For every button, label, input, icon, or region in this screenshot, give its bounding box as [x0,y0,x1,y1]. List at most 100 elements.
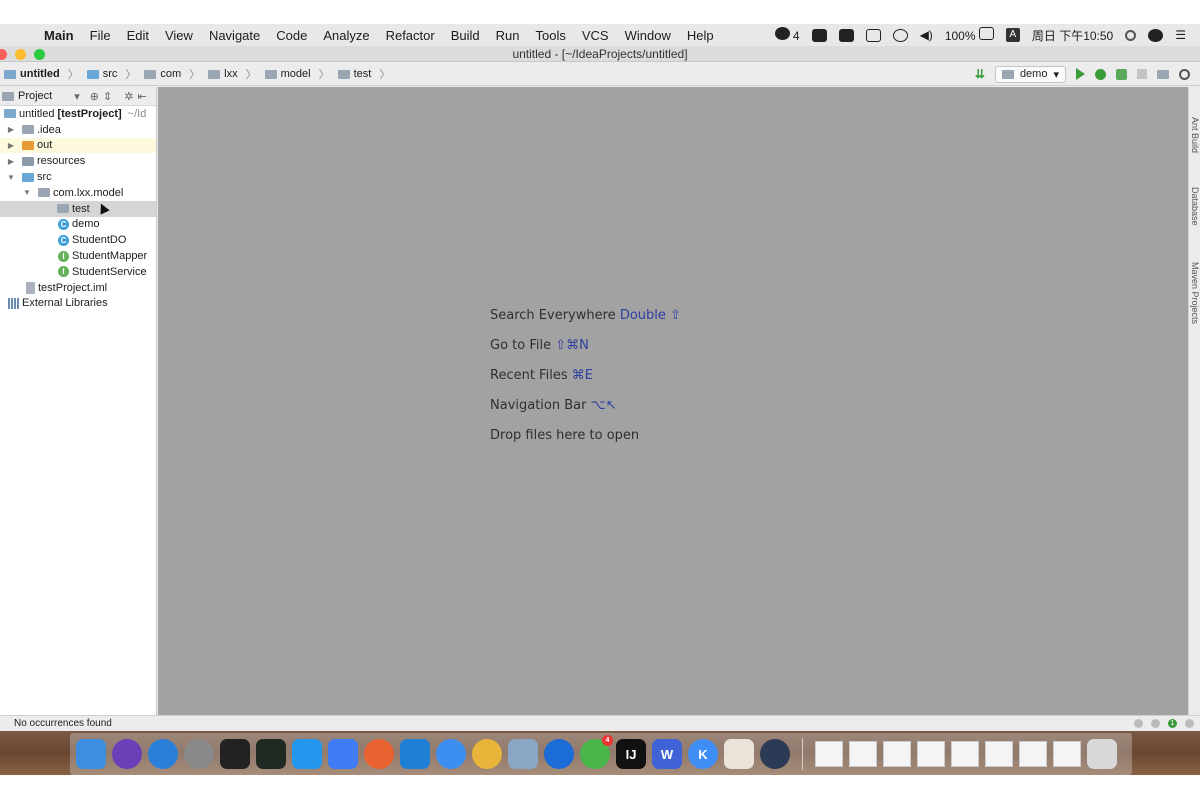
project-structure-icon[interactable] [1157,69,1169,79]
tree-item-src[interactable]: ▼ src [0,169,156,185]
hide-panel-icon[interactable]: ⇤ [137,90,146,103]
siri-icon[interactable] [1148,28,1164,42]
editor-area[interactable]: Search Everywhere Double ⇧ Go to File ⇧⌘… [158,87,1188,715]
siri-icon[interactable] [112,739,142,769]
tree-item-untitled[interactable]: untitled [testProject] ~/Id [0,106,156,122]
lock-icon[interactable] [1134,719,1143,728]
input-method-icon[interactable]: A [1005,28,1020,42]
wifi-icon[interactable] [892,28,908,42]
collapse-all-icon[interactable]: ⇕ [103,90,112,103]
project-view-select[interactable]: Project [18,90,52,102]
java-icon[interactable] [724,739,754,769]
feishu-icon[interactable] [328,739,358,769]
tree-item-studentmapper[interactable]: I StudentMapper [0,248,156,264]
coverage-icon[interactable] [1116,68,1127,80]
scroll-from-source-icon[interactable]: ⊕ [90,90,99,103]
document-thumbnail[interactable] [917,741,945,767]
tree-item-testproject-iml[interactable]: testProject.iml [0,280,156,296]
paw-icon[interactable] [364,739,394,769]
tree-item-studentdo[interactable]: C StudentDO [0,232,156,248]
document-thumbnail[interactable] [985,741,1013,767]
volume-icon[interactable]: ◀) [920,28,933,42]
chevron-down-icon[interactable]: ▼ [22,188,32,197]
menu-run[interactable]: Run [488,28,528,43]
run-config-select[interactable]: demo ▾ [994,65,1066,83]
breadcrumb-src[interactable]: src [103,68,118,80]
system-preferences-icon[interactable] [184,739,214,769]
close-icon[interactable] [0,49,7,60]
clock[interactable]: 周日 下午10:50 [1032,27,1113,44]
menu-navigate[interactable]: Navigate [201,28,268,43]
menu-file[interactable]: File [82,28,119,43]
menu-view[interactable]: View [157,28,201,43]
chevron-down-icon[interactable]: ▾ [74,90,80,103]
clipboard-icon[interactable] [865,28,881,42]
intellij-icon[interactable]: IJ [616,739,646,769]
trash-icon[interactable] [1087,739,1117,769]
tree-item-external-libraries[interactable]: External Libraries [0,296,156,312]
menu-app-name[interactable]: Main [44,28,82,43]
breadcrumb-com[interactable]: com [160,68,181,80]
quicktime-icon[interactable] [760,739,790,769]
wps-icon[interactable]: W [652,739,682,769]
chevron-right-icon[interactable]: ▶ [6,125,16,134]
menu-vcs[interactable]: VCS [574,28,617,43]
breadcrumb-lxx[interactable]: lxx [224,68,237,80]
zoom-icon[interactable] [34,49,45,60]
chevron-right-icon[interactable]: ▶ [6,141,16,150]
docker-status-icon[interactable] [838,28,854,42]
preview-icon[interactable] [508,739,538,769]
activity-monitor-icon[interactable] [256,739,286,769]
notification-center-icon[interactable]: ☰ [1175,28,1186,42]
menu-refactor[interactable]: Refactor [378,28,443,43]
document-thumbnail[interactable] [849,741,877,767]
run-icon[interactable] [1076,68,1085,80]
vscode-icon[interactable] [400,739,430,769]
menu-window[interactable]: Window [617,28,679,43]
event-log-icon[interactable]: 1 [1168,719,1177,728]
tree-item-idea[interactable]: ▶ .idea [0,122,156,138]
document-thumbnail[interactable] [951,741,979,767]
memory-icon[interactable] [1185,719,1194,728]
notes-icon[interactable] [436,739,466,769]
tree-item-test[interactable]: test [0,200,156,217]
gear-icon[interactable]: ✲ [124,90,133,103]
inspector-icon[interactable] [1151,719,1160,728]
document-thumbnail[interactable] [1053,741,1081,767]
debug-icon[interactable] [1095,68,1106,80]
kuaipan-icon[interactable]: K [688,739,718,769]
breadcrumb-test[interactable]: test [354,68,372,80]
document-thumbnail[interactable] [883,741,911,767]
menu-edit[interactable]: Edit [119,28,157,43]
document-thumbnail[interactable] [1019,741,1047,767]
docker-icon[interactable] [292,739,322,769]
document-thumbnail[interactable] [815,741,843,767]
tab-database[interactable]: Database [1190,187,1200,226]
spotlight-icon[interactable] [1125,29,1137,41]
build-icon[interactable]: ⇊ [975,67,985,81]
menu-help[interactable]: Help [679,28,722,43]
safari-icon[interactable] [148,739,178,769]
menu-build[interactable]: Build [443,28,488,43]
battery-status[interactable]: 100% [945,27,994,43]
minimize-icon[interactable] [15,49,26,60]
tree-item-demo[interactable]: C demo [0,217,156,233]
breadcrumb-untitled[interactable]: untitled [20,68,60,80]
terminal-icon[interactable] [220,739,250,769]
chevron-down-icon[interactable]: ▼ [6,173,16,182]
search-icon[interactable] [1179,68,1190,80]
tab-maven-projects[interactable]: Maven Projects [1190,262,1200,324]
menu-code[interactable]: Code [268,28,315,43]
tree-item-out[interactable]: ▶ out [0,137,156,154]
chevron-right-icon[interactable]: ▶ [6,157,16,166]
tree-item-studentservice[interactable]: I StudentService [0,264,156,280]
wechat-status[interactable]: 4 [774,27,800,43]
stop-icon[interactable] [1137,69,1147,79]
tab-ant-build[interactable]: Ant Build [1190,117,1200,153]
app-status-icon[interactable] [811,28,827,42]
tree-item-com-lxx-model[interactable]: ▼ com.lxx.model [0,185,156,201]
menu-tools[interactable]: Tools [528,28,574,43]
maps-icon[interactable] [544,739,574,769]
breadcrumb-model[interactable]: model [281,68,311,80]
tree-item-resources[interactable]: ▶ resources [0,153,156,169]
